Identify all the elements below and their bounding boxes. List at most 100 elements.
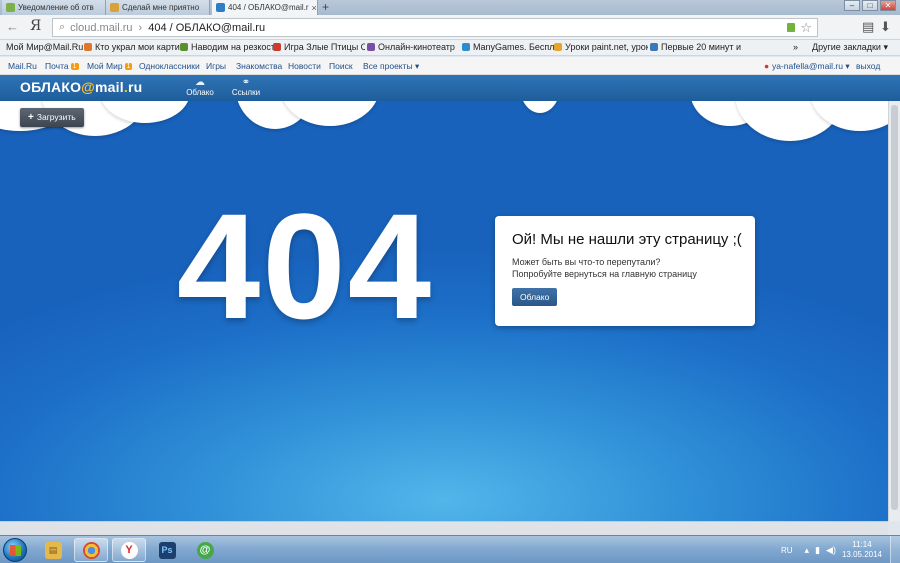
portal-link-label: Почта	[45, 61, 69, 71]
yandex-logo-button[interactable]: Я	[30, 18, 41, 34]
portal-link-mail[interactable]: Почта 1	[45, 61, 79, 71]
bookmark-item[interactable]: Уроки paint.net, урок	[554, 42, 648, 52]
logout-link[interactable]: выход	[856, 61, 880, 71]
error-message-card: Ой! Мы не нашли эту страницу ;( Может бы…	[495, 216, 755, 326]
nav-cloud[interactable]: ☁ Облако	[180, 77, 220, 97]
bookmark-item[interactable]: Игра Злые Птицы С	[273, 42, 365, 52]
browser-tab-strip: Уведомление об отв Сделай мне приятно 40…	[0, 0, 900, 15]
portal-link-odnoklassniki[interactable]: Одноклассники	[139, 61, 200, 71]
bookmark-label: Кто украл мои карти	[95, 42, 180, 52]
vertical-scrollbar[interactable]	[888, 101, 900, 521]
bookmark-favicon-icon	[180, 43, 188, 51]
tab-favicon-icon	[216, 3, 225, 12]
bookmark-label: Игра Злые Птицы С	[284, 42, 365, 52]
browser-tab-1[interactable]: Уведомление об отв	[2, 0, 106, 15]
taskbar-yandex-browser[interactable]: Y	[112, 538, 146, 562]
bookmark-item[interactable]: Наводим на резкост	[180, 42, 274, 52]
clock-date: 13.05.2014	[841, 550, 882, 559]
tab-title: Сделай мне приятно	[122, 3, 200, 12]
nav-links[interactable]: ⚭ Ссылки	[226, 77, 266, 97]
error-heading: Ой! Мы не нашли эту страницу ;(	[512, 231, 742, 248]
volume-icon[interactable]: ◀)	[826, 545, 836, 556]
logo-ru: ru	[127, 79, 143, 95]
scrollbar-thumb[interactable]	[891, 105, 898, 510]
bookmark-item[interactable]: Онлайн-кинотеатр	[367, 42, 461, 52]
logo-text: ОБЛАКО	[20, 79, 82, 95]
tab-favicon-icon	[110, 3, 119, 12]
tab-close-icon[interactable]: ×	[309, 3, 317, 13]
portal-link-mailru[interactable]: Mail.Ru	[8, 61, 37, 71]
plus-icon: +	[28, 112, 34, 123]
bookmark-label: Онлайн-кинотеатр	[378, 42, 455, 52]
error-page-main: + Загрузить 404 Ой! Мы не нашли эту стран…	[0, 101, 888, 521]
error-hint-1: Может быть вы что-то перепутали?	[512, 257, 661, 267]
bookmarks-bar: Мой Мир@Mail.Ru Кто украл мои карти Наво…	[0, 40, 900, 56]
unread-badge: 1	[124, 63, 133, 70]
minimize-button[interactable]: –	[844, 0, 860, 11]
bookmarks-overflow-button[interactable]: »	[793, 42, 798, 52]
browser-toolbar: ← Я ⌕ cloud.mail.ru › 404 / ОБЛАКО@mail.…	[0, 15, 900, 40]
tab-title: 404 / ОБЛАКО@mail.r	[228, 3, 309, 12]
language-indicator[interactable]: RU	[781, 546, 793, 555]
extensions-icon[interactable]: ▤	[862, 19, 874, 35]
browser-tab-2[interactable]: Сделай мне приятно	[106, 0, 210, 15]
browser-status-strip	[0, 521, 888, 535]
bookmark-favicon-icon	[650, 43, 658, 51]
user-account-menu[interactable]: ya-nafella@mail.ru ▾	[772, 61, 850, 72]
go-to-cloud-button[interactable]: Облако	[512, 288, 558, 306]
address-separator: ›	[138, 21, 143, 34]
bookmark-label: ManyGames. Бесплат	[473, 42, 554, 52]
start-button[interactable]	[3, 538, 27, 562]
other-bookmarks-button[interactable]: Другие закладки ▾	[812, 42, 888, 53]
network-icon[interactable]: ▮	[815, 545, 820, 556]
cloud-icon: ☁	[195, 77, 205, 88]
maximize-button[interactable]: □	[862, 0, 878, 11]
portal-link-dating[interactable]: Знакомства	[236, 61, 282, 71]
error-code: 404	[176, 182, 434, 350]
nav-cloud-label: Облако	[186, 88, 214, 97]
bookmark-item[interactable]: Кто украл мои карти	[84, 42, 182, 52]
new-tab-button[interactable]: +	[322, 0, 329, 14]
bookmark-star-icon[interactable]: ☆	[800, 20, 812, 36]
portal-link-search[interactable]: Поиск	[329, 61, 353, 71]
taskbar-mail-agent[interactable]: @	[188, 538, 222, 562]
taskbar-explorer[interactable]: ▤	[36, 538, 70, 562]
close-window-button[interactable]: ✕	[880, 0, 896, 11]
mail-icon: ●	[764, 61, 770, 71]
portal-link-games[interactable]: Игры	[206, 61, 226, 71]
bookmark-item[interactable]: ManyGames. Бесплат	[462, 42, 554, 52]
cloud-mail-logo[interactable]: ОБЛАКО@mail.ru	[20, 79, 142, 95]
browser-tab-active[interactable]: 404 / ОБЛАКО@mail.r ×	[212, 0, 318, 15]
photoshop-icon: Ps	[158, 541, 176, 559]
portal-link-news[interactable]: Новости	[288, 61, 321, 71]
bookmark-favicon-icon	[273, 43, 281, 51]
window-controls: – □ ✕	[842, 0, 896, 11]
upload-button[interactable]: + Загрузить	[20, 108, 84, 127]
portal-link-all-projects[interactable]: Все проекты ▾	[363, 61, 419, 72]
bookmark-favicon-icon	[554, 43, 562, 51]
taskbar-photoshop[interactable]: Ps	[150, 538, 184, 562]
bookmark-item[interactable]: Первые 20 минут и	[650, 42, 742, 52]
show-desktop-button[interactable]	[890, 536, 900, 563]
logo-at: @	[81, 79, 96, 95]
address-page-title: 404 / ОБЛАКО@mail.ru	[148, 21, 266, 34]
address-bar[interactable]: ⌕ cloud.mail.ru › 404 / ОБЛАКО@mail.ru ☆	[52, 18, 818, 37]
bookmark-favicon-icon	[462, 43, 470, 51]
bookmark-label: Уроки paint.net, урок	[565, 42, 648, 52]
address-domain: cloud.mail.ru	[70, 21, 133, 34]
windows-taskbar: ▤ Y Ps @ RU ▴ ▮ ◀) 11:14 13.05.2014	[0, 535, 900, 563]
decorative-cloud	[520, 101, 560, 113]
tray-expand-icon[interactable]: ▴	[805, 545, 810, 556]
bookmark-favicon-icon	[84, 43, 92, 51]
system-clock[interactable]: 11:14 13.05.2014	[842, 540, 882, 560]
taskbar-chrome[interactable]	[74, 538, 108, 562]
bookmark-item[interactable]: Мой Мир@Mail.Ru	[6, 42, 86, 52]
chrome-icon	[82, 541, 100, 559]
unread-badge: 1	[70, 63, 79, 70]
nav-links-label: Ссылки	[231, 88, 261, 97]
download-icon[interactable]: ⬇	[880, 19, 891, 35]
back-arrow-icon[interactable]: ←	[6, 19, 19, 34]
yandex-browser-icon: Y	[120, 541, 138, 559]
portal-link-mymir[interactable]: Мой Мир 1	[87, 61, 133, 71]
tab-title: Уведомление об отв	[18, 3, 94, 12]
